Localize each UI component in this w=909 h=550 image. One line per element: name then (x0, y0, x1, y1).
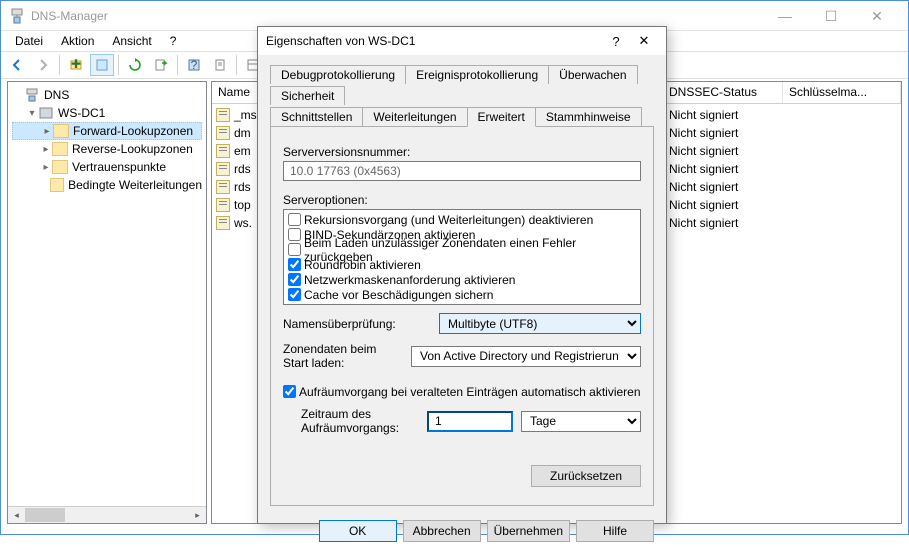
dnssec-row[interactable]: Nicht signiert (663, 142, 901, 160)
period-label: Zeitraum des Aufräumvorgangs: (301, 407, 419, 435)
period-input[interactable] (427, 411, 513, 432)
tree-node-forward-lookup[interactable]: ▸ Forward-Lookupzonen (12, 122, 202, 140)
option-checkbox[interactable] (288, 243, 301, 256)
dialog-title: Eigenschaften von WS-DC1 (266, 34, 602, 48)
dialog-titlebar[interactable]: Eigenschaften von WS-DC1 ? ✕ (258, 27, 666, 55)
tree-node-reverse-lookup[interactable]: ▸ Reverse-Lookupzonen (12, 140, 202, 158)
expand-icon[interactable]: ▸ (40, 144, 52, 155)
zone-icon (216, 144, 230, 158)
tab-root-hints[interactable]: Stammhinweise (535, 107, 642, 126)
server-option[interactable]: Cache vor Beschädigungen sichern (288, 287, 636, 302)
reset-button[interactable]: Zurücksetzen (531, 465, 641, 487)
folder-icon (52, 142, 68, 156)
zonedata-select[interactable]: Von Active Directory und Registrierun (411, 346, 641, 367)
zone-icon (216, 216, 230, 230)
window-title: DNS-Manager (31, 9, 762, 23)
toolbar-sheet-icon[interactable] (208, 54, 232, 76)
server-option[interactable]: Rekursionsvorgang (und Weiterleitungen) … (288, 212, 636, 227)
zone-icon (216, 162, 230, 176)
option-checkbox[interactable] (288, 213, 301, 226)
server-option[interactable]: Beim Laden unzulässiger Zonendaten einen… (288, 242, 636, 257)
scavenge-label: Aufräumvorgang bei veralteten Einträgen … (299, 385, 641, 399)
namecheck-select[interactable]: Multibyte (UTF8) (439, 313, 641, 334)
folder-icon (52, 160, 68, 174)
tab-panel-advanced: Serverversionsnummer: 10.0 17763 (0x4563… (270, 126, 654, 506)
tree-node-trust-points[interactable]: ▸ Vertrauenspunkte (12, 158, 202, 176)
tab-event-logging[interactable]: Ereignisprotokollierung (405, 65, 549, 84)
dns-app-icon (9, 8, 25, 24)
tree-hscroll[interactable]: ◂▸ (8, 506, 206, 523)
toolbar-refresh-icon[interactable] (123, 54, 147, 76)
zone-icon (216, 180, 230, 194)
apply-button[interactable]: Übernehmen (487, 520, 570, 542)
dnssec-row[interactable]: Nicht signiert (663, 124, 901, 142)
maximize-button[interactable]: ☐ (808, 2, 854, 30)
cancel-button[interactable]: Abbrechen (403, 520, 481, 542)
menu-datei[interactable]: Datei (7, 32, 51, 50)
collapse-icon[interactable]: ▾ (26, 108, 38, 119)
ok-button[interactable]: OK (319, 520, 397, 542)
server-options-listbox[interactable]: Rekursionsvorgang (und Weiterleitungen) … (283, 209, 641, 305)
dnssec-row[interactable]: Nicht signiert (663, 160, 901, 178)
minimize-button[interactable]: — (762, 2, 808, 30)
dns-root-icon (24, 88, 40, 102)
close-button[interactable]: ✕ (854, 2, 900, 30)
dnssec-row[interactable]: Nicht signiert (663, 106, 901, 124)
zone-icon (216, 198, 230, 212)
dnssec-row[interactable]: Nicht signiert (663, 214, 901, 232)
scavenge-checkbox[interactable] (283, 385, 296, 398)
option-checkbox[interactable] (288, 258, 301, 271)
main-window: DNS-Manager — ☐ ✕ Datei Aktion Ansicht ?… (0, 0, 909, 535)
zone-icon (216, 126, 230, 140)
options-label: Serveroptionen: (283, 193, 641, 207)
dialog-close-icon[interactable]: ✕ (630, 33, 658, 49)
dnssec-row[interactable]: Nicht signiert (663, 196, 901, 214)
option-checkbox[interactable] (288, 273, 301, 286)
toolbar-export-icon[interactable] (149, 54, 173, 76)
tab-debug-logging[interactable]: Debugprotokollierung (270, 65, 406, 84)
tab-monitoring[interactable]: Überwachen (548, 65, 637, 84)
help-button[interactable]: Hilfe (576, 520, 654, 542)
toolbar-help-icon[interactable]: ? (182, 54, 206, 76)
zonedata-label: Zonendaten beim Start laden: (283, 342, 403, 370)
tree-panel: DNS ▾ WS-DC1 ▸ Forward-Lookupzonen ▸ Rev… (7, 81, 207, 524)
folder-icon (53, 124, 69, 138)
expand-icon[interactable]: ▸ (40, 162, 52, 173)
properties-dialog: Eigenschaften von WS-DC1 ? ✕ Debugprotok… (257, 26, 667, 524)
tabstrip: Debugprotokollierung Ereignisprotokollie… (270, 63, 654, 105)
tree-node-conditional-forwarders[interactable]: Bedingte Weiterleitungen (12, 176, 202, 194)
expand-icon[interactable]: ▸ (41, 126, 53, 137)
dialog-help-icon[interactable]: ? (602, 34, 630, 49)
menu-help[interactable]: ? (162, 32, 185, 50)
right-col-dnssec[interactable]: DNSSEC-Status (663, 82, 783, 103)
tab-forwarders[interactable]: Weiterleitungen (362, 107, 467, 126)
dialog-button-row: OK Abbrechen Übernehmen Hilfe (258, 514, 666, 550)
right-panel: DNSSEC-Status Schlüsselma... Nicht signi… (662, 81, 902, 524)
menu-ansicht[interactable]: Ansicht (104, 32, 159, 50)
tree-server[interactable]: ▾ WS-DC1 (12, 104, 202, 122)
namecheck-label: Namensüberprüfung: (283, 317, 431, 331)
server-icon (38, 106, 54, 120)
tab-advanced[interactable]: Erweitert (467, 107, 536, 127)
server-option[interactable]: Netzwerkmaskenanforderung aktivieren (288, 272, 636, 287)
toolbar-properties-icon[interactable] (90, 54, 114, 76)
nav-forward-icon[interactable] (31, 54, 55, 76)
folder-icon (50, 178, 64, 192)
version-label: Serverversionsnummer: (283, 145, 641, 159)
tree-root[interactable]: DNS (12, 86, 202, 104)
nav-back-icon[interactable] (5, 54, 29, 76)
right-col-keymaster[interactable]: Schlüsselma... (783, 82, 901, 103)
dnssec-row[interactable]: Nicht signiert (663, 178, 901, 196)
zone-icon (216, 108, 230, 122)
period-unit-select[interactable]: Tage (521, 411, 641, 432)
tab-security[interactable]: Sicherheit (270, 86, 345, 105)
option-checkbox[interactable] (288, 288, 301, 301)
tab-interfaces[interactable]: Schnittstellen (270, 107, 363, 126)
svg-text:?: ? (191, 58, 198, 72)
version-value: 10.0 17763 (0x4563) (283, 161, 641, 181)
toolbar-add-icon[interactable]: ✚ (64, 54, 88, 76)
menu-aktion[interactable]: Aktion (53, 32, 102, 50)
svg-text:✚: ✚ (71, 58, 81, 71)
option-checkbox[interactable] (288, 228, 301, 241)
